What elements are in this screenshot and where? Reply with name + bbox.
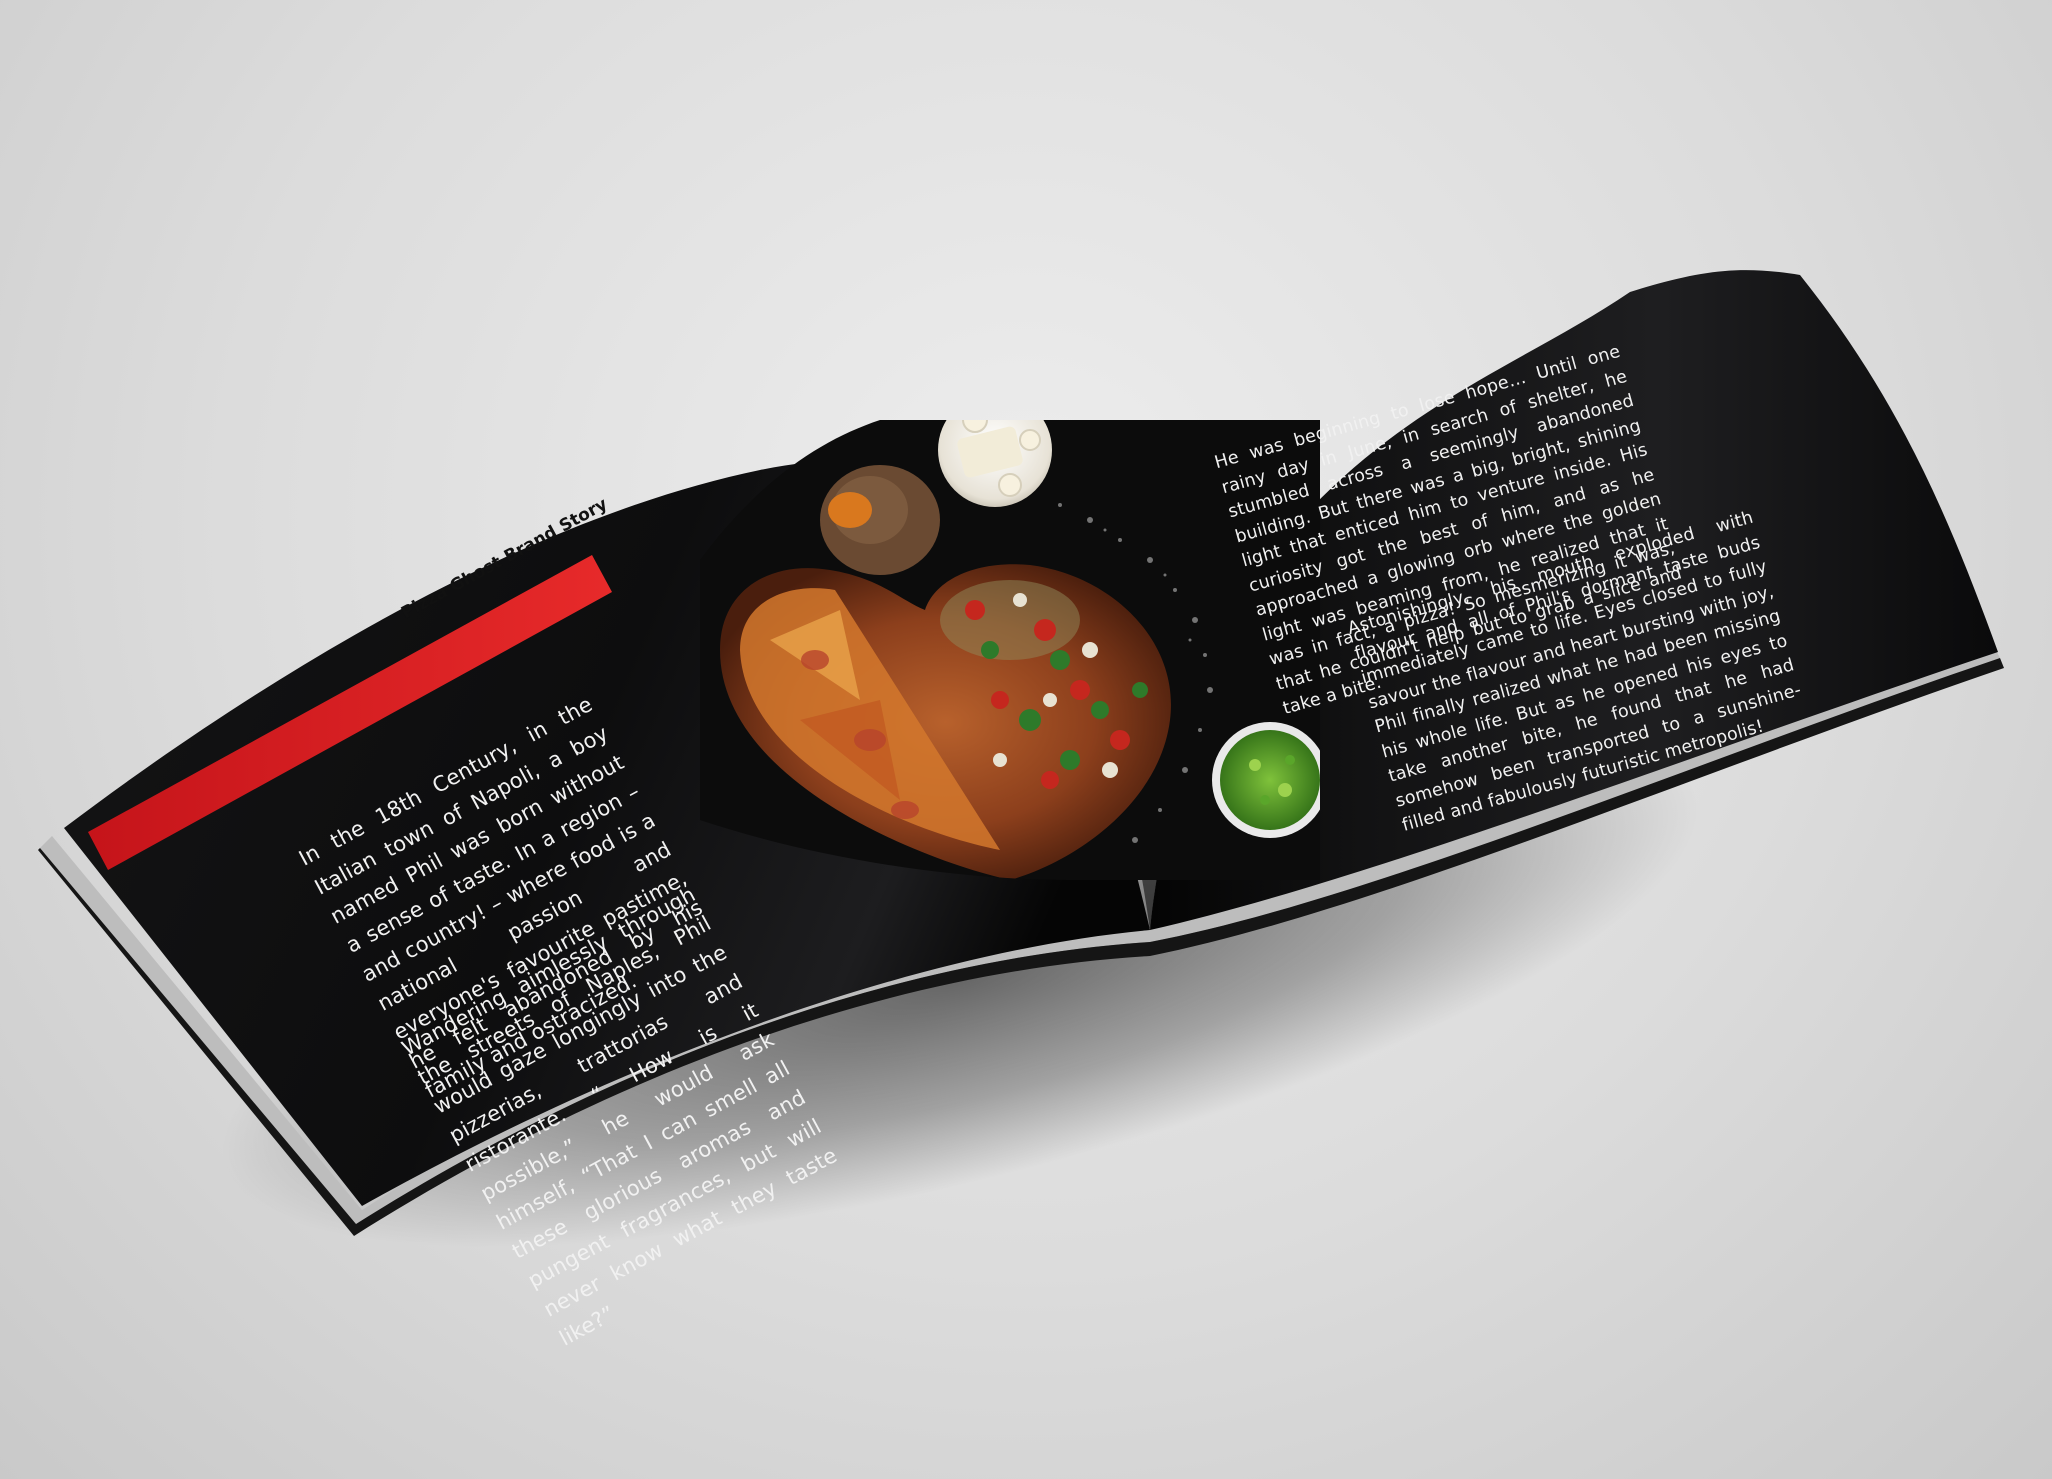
chopped-herbs-bowl	[1212, 722, 1320, 838]
cheese-bowl	[938, 420, 1052, 507]
